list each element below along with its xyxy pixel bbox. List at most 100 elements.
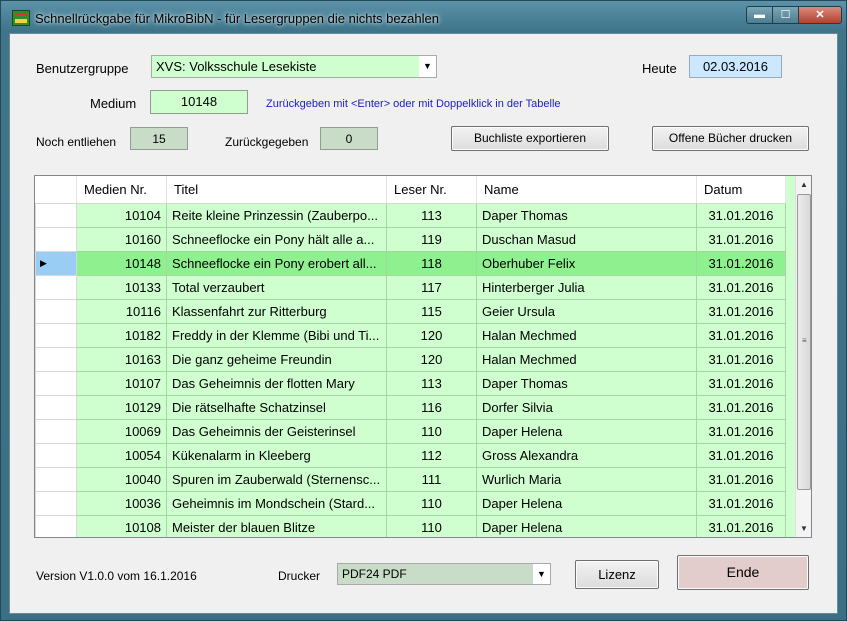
cell-leser-nr[interactable]: 120 <box>386 322 477 348</box>
table-row[interactable]: 10116 Klassenfahrt zur Ritterburg 115 Geier… <box>35 298 786 324</box>
cell-datum[interactable]: 31.01.2016 <box>696 274 786 300</box>
cell-name[interactable]: Daper Helena <box>476 418 697 444</box>
end-button[interactable]: Ende <box>677 555 809 590</box>
scroll-down-icon[interactable]: ▼ <box>796 520 811 537</box>
cell-name[interactable]: Wurlich Maria <box>476 466 697 492</box>
app-icon[interactable] <box>12 10 30 26</box>
row-header[interactable] <box>35 346 77 372</box>
cell-leser-nr[interactable]: 117 <box>386 274 477 300</box>
table-row[interactable]: 10160 Schneeflocke ein Pony hält alle a..… <box>35 226 786 252</box>
cell-name[interactable]: Oberhuber Felix <box>476 250 697 276</box>
table-row[interactable]: 10036 Geheimnis im Mondschein (Stard... 11… <box>35 490 786 516</box>
maximize-button[interactable]: ☐ <box>772 6 799 24</box>
cell-medien-nr[interactable]: 10163 <box>76 346 167 372</box>
cell-medien-nr[interactable]: 10133 <box>76 274 167 300</box>
cell-name[interactable]: Gross Alexandra <box>476 442 697 468</box>
cell-leser-nr[interactable]: 113 <box>386 202 477 228</box>
cell-medien-nr[interactable]: 10160 <box>76 226 167 252</box>
cell-leser-nr[interactable]: 119 <box>386 226 477 252</box>
cell-datum[interactable]: 31.01.2016 <box>696 322 786 348</box>
cell-name[interactable]: Daper Thomas <box>476 370 697 396</box>
cell-titel[interactable]: Meister der blauen Blitze <box>166 514 387 537</box>
cell-leser-nr[interactable]: 110 <box>386 514 477 537</box>
cell-medien-nr[interactable]: 10107 <box>76 370 167 396</box>
cell-name[interactable]: Halan Mechmed <box>476 346 697 372</box>
scroll-up-icon[interactable]: ▲ <box>796 176 811 193</box>
loans-table[interactable]: Medien Nr. Titel Leser Nr. Name Datum 10… <box>34 175 812 538</box>
row-header[interactable] <box>35 298 77 324</box>
cell-titel[interactable]: Schneeflocke ein Pony hält alle a... <box>166 226 387 252</box>
column-header-medien-nr[interactable]: Medien Nr. <box>76 176 167 204</box>
cell-leser-nr[interactable]: 111 <box>386 466 477 492</box>
chevron-down-icon[interactable]: ▼ <box>533 564 550 584</box>
cell-leser-nr[interactable]: 116 <box>386 394 477 420</box>
cell-titel[interactable]: Klassenfahrt zur Ritterburg <box>166 298 387 324</box>
benutzergruppe-select[interactable]: XVS: Volksschule Lesekiste ▼ <box>151 55 437 78</box>
cell-datum[interactable]: 31.01.2016 <box>696 394 786 420</box>
cell-titel[interactable]: Freddy in der Klemme (Bibi und Ti... <box>166 322 387 348</box>
cell-medien-nr[interactable]: 10040 <box>76 466 167 492</box>
column-header-name[interactable]: Name <box>476 176 697 204</box>
cell-name[interactable]: Halan Mechmed <box>476 322 697 348</box>
table-row[interactable]: 10133 Total verzaubert 117 Hinterberger Jul… <box>35 274 786 300</box>
medium-input[interactable]: 10148 <box>150 90 248 114</box>
row-header[interactable] <box>35 490 77 516</box>
cell-name[interactable]: Daper Helena <box>476 490 697 516</box>
column-header-titel[interactable]: Titel <box>166 176 387 204</box>
cell-medien-nr[interactable]: 10116 <box>76 298 167 324</box>
cell-name[interactable]: Geier Ursula <box>476 298 697 324</box>
table-row[interactable]: ▶ 10148 Schneeflocke ein Pony erobert all.… <box>35 250 786 276</box>
cell-titel[interactable]: Spuren im Zauberwald (Sternensc... <box>166 466 387 492</box>
scroll-thumb[interactable]: ≡ <box>797 194 811 490</box>
license-button[interactable]: Lizenz <box>575 560 659 589</box>
table-row[interactable]: 10108 Meister der blauen Blitze 110 Daper H… <box>35 514 786 537</box>
cell-medien-nr[interactable]: 10104 <box>76 202 167 228</box>
row-header[interactable] <box>35 442 77 468</box>
cell-leser-nr[interactable]: 115 <box>386 298 477 324</box>
heute-date-field[interactable]: 02.03.2016 <box>689 55 782 78</box>
column-header-datum[interactable]: Datum <box>696 176 786 204</box>
row-header[interactable] <box>35 322 77 348</box>
cell-titel[interactable]: Die rätselhafte Schatzinsel <box>166 394 387 420</box>
cell-datum[interactable]: 31.01.2016 <box>696 418 786 444</box>
cell-datum[interactable]: 31.01.2016 <box>696 466 786 492</box>
cell-titel[interactable]: Kükenalarm in Kleeberg <box>166 442 387 468</box>
cell-leser-nr[interactable]: 110 <box>386 418 477 444</box>
row-header[interactable] <box>35 514 77 537</box>
cell-medien-nr[interactable]: 10108 <box>76 514 167 537</box>
cell-medien-nr[interactable]: 10182 <box>76 322 167 348</box>
row-header[interactable] <box>35 274 77 300</box>
row-header[interactable] <box>35 226 77 252</box>
table-row[interactable]: 10129 Die rätselhafte Schatzinsel 116 Dorfe… <box>35 394 786 420</box>
cell-titel[interactable]: Die ganz geheime Freundin <box>166 346 387 372</box>
cell-datum[interactable]: 31.01.2016 <box>696 490 786 516</box>
table-row[interactable]: 10163 Die ganz geheime Freundin 120 Halan M… <box>35 346 786 372</box>
cell-titel[interactable]: Das Geheimnis der flotten Mary <box>166 370 387 396</box>
row-header[interactable] <box>35 466 77 492</box>
table-row[interactable]: 10069 Das Geheimnis der Geisterinsel 110 Da… <box>35 418 786 444</box>
cell-leser-nr[interactable]: 118 <box>386 250 477 276</box>
cell-datum[interactable]: 31.01.2016 <box>696 202 786 228</box>
cell-datum[interactable]: 31.01.2016 <box>696 442 786 468</box>
print-open-books-button[interactable]: Offene Bücher drucken <box>652 126 809 151</box>
table-row[interactable]: 10107 Das Geheimnis der flotten Mary 113 Da… <box>35 370 786 396</box>
cell-leser-nr[interactable]: 120 <box>386 346 477 372</box>
cell-medien-nr[interactable]: 10054 <box>76 442 167 468</box>
cell-leser-nr[interactable]: 112 <box>386 442 477 468</box>
cell-medien-nr[interactable]: 10148 <box>76 250 167 276</box>
chevron-down-icon[interactable]: ▼ <box>419 56 436 77</box>
row-header[interactable]: ▶ <box>35 250 77 276</box>
row-header[interactable] <box>35 418 77 444</box>
cell-datum[interactable]: 31.01.2016 <box>696 250 786 276</box>
cell-titel[interactable]: Reite kleine Prinzessin (Zauberpo... <box>166 202 387 228</box>
cell-titel[interactable]: Das Geheimnis der Geisterinsel <box>166 418 387 444</box>
row-header[interactable] <box>35 394 77 420</box>
table-row[interactable]: 10182 Freddy in der Klemme (Bibi und Ti..… <box>35 322 786 348</box>
cell-medien-nr[interactable]: 10036 <box>76 490 167 516</box>
cell-titel[interactable]: Schneeflocke ein Pony erobert all... <box>166 250 387 276</box>
cell-datum[interactable]: 31.01.2016 <box>696 370 786 396</box>
row-header[interactable] <box>35 202 77 228</box>
cell-datum[interactable]: 31.01.2016 <box>696 346 786 372</box>
cell-name[interactable]: Daper Thomas <box>476 202 697 228</box>
cell-titel[interactable]: Geheimnis im Mondschein (Stard... <box>166 490 387 516</box>
